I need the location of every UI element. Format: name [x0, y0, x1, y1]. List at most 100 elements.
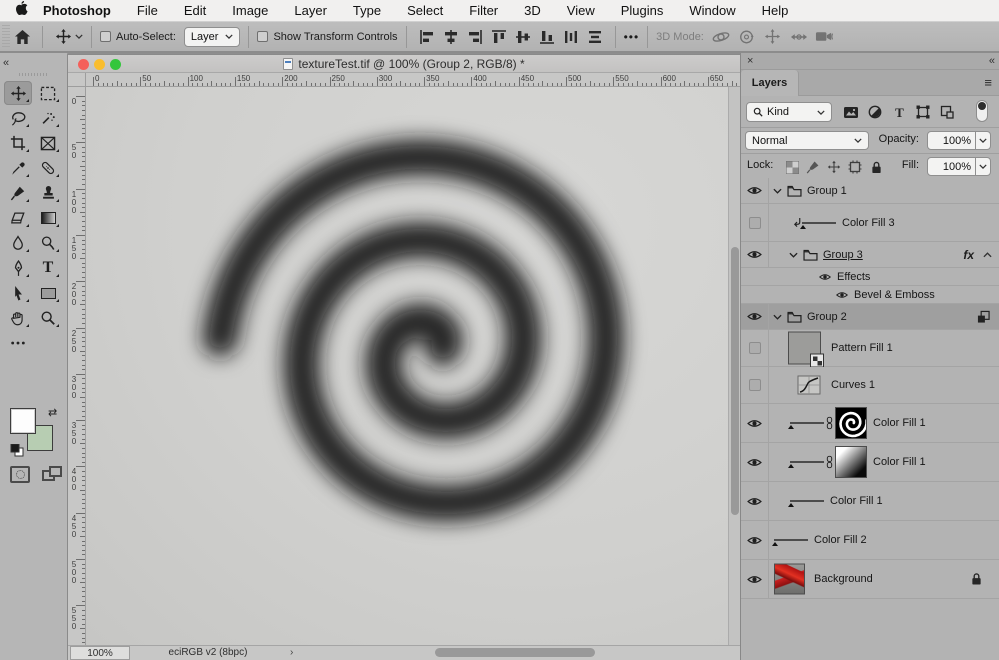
menu-window[interactable]: Window — [676, 0, 748, 22]
visibility-toggle[interactable] — [741, 330, 769, 366]
collapse-effects-chevron-icon[interactable] — [983, 251, 992, 258]
auto-select-target-dropdown[interactable]: Layer — [183, 26, 241, 47]
visibility-toggle[interactable] — [741, 204, 769, 241]
menu-plugins[interactable]: Plugins — [608, 0, 677, 22]
shape-tool[interactable] — [34, 281, 62, 305]
layer-row-color-fill-1[interactable]: Color Fill 1 — [741, 482, 999, 521]
edit-toolbar[interactable] — [4, 331, 32, 355]
document-title-bar[interactable]: textureTest.tif @ 100% (Group 2, RGB/8) … — [68, 55, 740, 73]
visibility-toggle[interactable] — [741, 482, 769, 520]
zoom-level-field[interactable]: 100% — [70, 646, 130, 660]
frame-tool[interactable] — [34, 131, 62, 155]
magic-wand-tool[interactable] — [34, 106, 62, 130]
menu-filter[interactable]: Filter — [456, 0, 511, 22]
eraser-tool[interactable] — [4, 206, 32, 230]
visibility-toggle[interactable] — [741, 443, 769, 481]
path-select-tool[interactable] — [4, 281, 32, 305]
show-transform-checkbox[interactable] — [257, 31, 269, 42]
layer-thumbnail[interactable] — [800, 221, 836, 229]
menu-help[interactable]: Help — [749, 0, 802, 22]
mask-thumbnail[interactable] — [835, 446, 867, 478]
visibility-toggle[interactable] — [741, 304, 769, 329]
close-window-button[interactable] — [78, 59, 89, 70]
marquee-tool[interactable] — [34, 81, 62, 105]
default-colors-icon[interactable] — [10, 444, 24, 457]
layer-row-effects[interactable]: Effects — [741, 268, 999, 286]
menu-view[interactable]: View — [554, 0, 608, 22]
eye-icon[interactable] — [836, 290, 848, 299]
layer-row-pattern-fill-1[interactable]: Pattern Fill 1 — [741, 330, 999, 368]
roll-3d-icon[interactable] — [734, 27, 760, 47]
options-drag-handle[interactable] — [2, 24, 10, 49]
collapse-panel-icon[interactable]: « — [989, 55, 995, 67]
distribute-v-icon[interactable] — [583, 27, 607, 47]
layer-row-background[interactable]: Background — [741, 560, 999, 599]
apple-logo[interactable] — [0, 0, 30, 22]
visibility-toggle[interactable] — [741, 367, 769, 403]
quick-mask-button[interactable] — [10, 466, 30, 483]
align-middle-icon[interactable] — [511, 27, 535, 47]
menu-3d[interactable]: 3D — [511, 0, 554, 22]
menu-edit[interactable]: Edit — [171, 0, 219, 22]
status-options-chevron[interactable]: › — [290, 646, 293, 660]
menu-image[interactable]: Image — [219, 0, 281, 22]
tab-layers[interactable]: Layers — [741, 70, 799, 96]
lock-paint-icon[interactable] — [804, 159, 822, 175]
vertical-scrollbar-thumb[interactable] — [731, 247, 739, 515]
layer-name[interactable]: Color Fill 1 — [830, 495, 883, 507]
panel-menu-icon[interactable]: ≡ — [984, 75, 992, 90]
lock-artboard-icon[interactable] — [846, 159, 864, 175]
minimize-window-button[interactable] — [94, 59, 105, 70]
expand-chevron-icon[interactable] — [789, 252, 798, 258]
eye-icon[interactable] — [819, 272, 831, 281]
filter-toggle-pill[interactable] — [976, 100, 988, 122]
visibility-toggle[interactable] — [741, 268, 769, 285]
canvas[interactable] — [86, 87, 728, 645]
close-panel-icon[interactable]: × — [747, 55, 753, 67]
chevron-down-icon[interactable] — [975, 158, 990, 175]
curves-icon[interactable] — [797, 375, 821, 395]
layer-row-color-fill-1[interactable]: Color Fill 1 — [741, 443, 999, 482]
layer-row-curves-1[interactable]: Curves 1 — [741, 367, 999, 404]
layer-thumbnail[interactable] — [788, 331, 824, 368]
brush-tool[interactable] — [4, 181, 32, 205]
gradient-tool[interactable] — [34, 206, 62, 230]
collapse-tools-icon[interactable]: « — [3, 57, 9, 69]
visibility-toggle[interactable] — [741, 404, 769, 442]
align-left-icon[interactable] — [415, 27, 439, 47]
layer-name[interactable]: Pattern Fill 1 — [831, 342, 893, 354]
home-icon[interactable] — [10, 25, 34, 49]
horizontal-ruler[interactable]: 0 50 100 150 200 250 300 350 400 450 500 550 600 650 — [86, 73, 740, 87]
dodge-tool[interactable] — [34, 231, 62, 255]
layer-row-group-3[interactable]: Group 3 fx — [741, 242, 999, 268]
layer-row-color-fill-2[interactable]: Color Fill 2 — [741, 521, 999, 560]
chevron-down-icon[interactable] — [975, 132, 990, 149]
fx-badge[interactable]: fx — [963, 248, 974, 262]
layer-name[interactable]: Curves 1 — [831, 379, 875, 391]
layer-row-color-fill-3[interactable]: Color Fill 3 — [741, 204, 999, 242]
layer-thumbnail[interactable] — [788, 500, 824, 507]
move-tool-icon[interactable] — [51, 25, 75, 49]
tools-drag-handle[interactable] — [19, 73, 49, 76]
align-center-h-icon[interactable] — [439, 27, 463, 47]
healing-brush-tool[interactable] — [34, 156, 62, 180]
zoom-window-button[interactable] — [110, 59, 121, 70]
fill-field[interactable]: 100% — [927, 157, 991, 176]
type-tool[interactable]: T — [34, 256, 62, 280]
layer-thumbnail[interactable] — [788, 422, 824, 429]
layer-thumbnail[interactable] — [772, 539, 808, 546]
align-top-icon[interactable] — [487, 27, 511, 47]
chevron-down-icon[interactable] — [75, 34, 83, 39]
mask-thumbnail[interactable] — [835, 407, 867, 439]
adjustment-layer-filter-icon[interactable] — [865, 102, 885, 122]
layer-name[interactable]: Color Fill 1 — [873, 417, 926, 429]
menu-layer[interactable]: Layer — [281, 0, 340, 22]
layer-row-group-1[interactable]: Group 1 — [741, 178, 999, 204]
menu-photoshop[interactable]: Photoshop — [30, 0, 124, 22]
layer-name[interactable]: Group 2 — [807, 311, 847, 323]
layer-name[interactable]: Bevel & Emboss — [854, 289, 935, 301]
layer-thumbnail[interactable] — [774, 563, 805, 595]
lock-all-icon[interactable] — [867, 159, 885, 175]
auto-select-checkbox[interactable] — [100, 31, 111, 42]
lock-position-icon[interactable] — [825, 159, 843, 175]
